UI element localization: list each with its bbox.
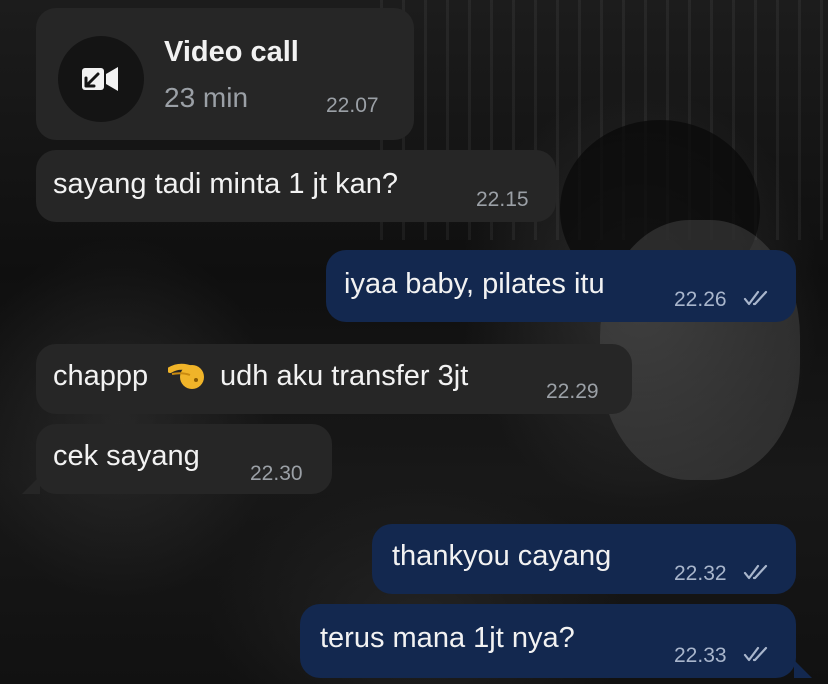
message-time: 22.26 (674, 288, 727, 311)
message-text: cek sayang (53, 440, 200, 472)
message-text-end: udh aku transfer 3jt (220, 360, 469, 392)
pinching-hand-emoji (168, 363, 204, 389)
incoming-message[interactable]: sayang tadi minta 1 jt kan? 22.15 (36, 150, 556, 222)
message-text: terus mana 1jt nya? (320, 622, 575, 654)
read-receipt-icon (743, 564, 768, 580)
incoming-message[interactable]: chappp udh aku transfer 3jt 22.29 (36, 344, 632, 414)
incoming-message[interactable]: cek sayang 22.30 (36, 424, 332, 494)
message-text: sayang tadi minta 1 jt kan? (53, 168, 398, 200)
message-text: thankyou cayang (392, 540, 612, 572)
read-receipt-icon (743, 646, 768, 662)
read-receipt-icon (743, 290, 768, 306)
outgoing-message[interactable]: thankyou cayang 22.32 (372, 524, 796, 594)
message-time: 22.32 (674, 562, 727, 585)
outgoing-message[interactable]: terus mana 1jt nya? 22.33 (300, 604, 796, 678)
message-text-start: chappp (53, 360, 149, 392)
message-time: 22.15 (476, 188, 529, 211)
video-call-incoming-icon (58, 36, 144, 122)
message-text: iyaa baby, pilates itu (344, 268, 605, 300)
message-time: 22.33 (674, 644, 727, 667)
message-time: 22.30 (250, 462, 303, 485)
message-time: 22.29 (546, 380, 599, 403)
outgoing-message[interactable]: iyaa baby, pilates itu 22.26 (326, 250, 796, 322)
call-duration: 23 min (164, 82, 249, 113)
message-time: 22.07 (326, 94, 379, 117)
video-call-bubble[interactable]: Video call 23 min 22.07 (36, 8, 414, 140)
call-title: Video call (164, 36, 299, 68)
